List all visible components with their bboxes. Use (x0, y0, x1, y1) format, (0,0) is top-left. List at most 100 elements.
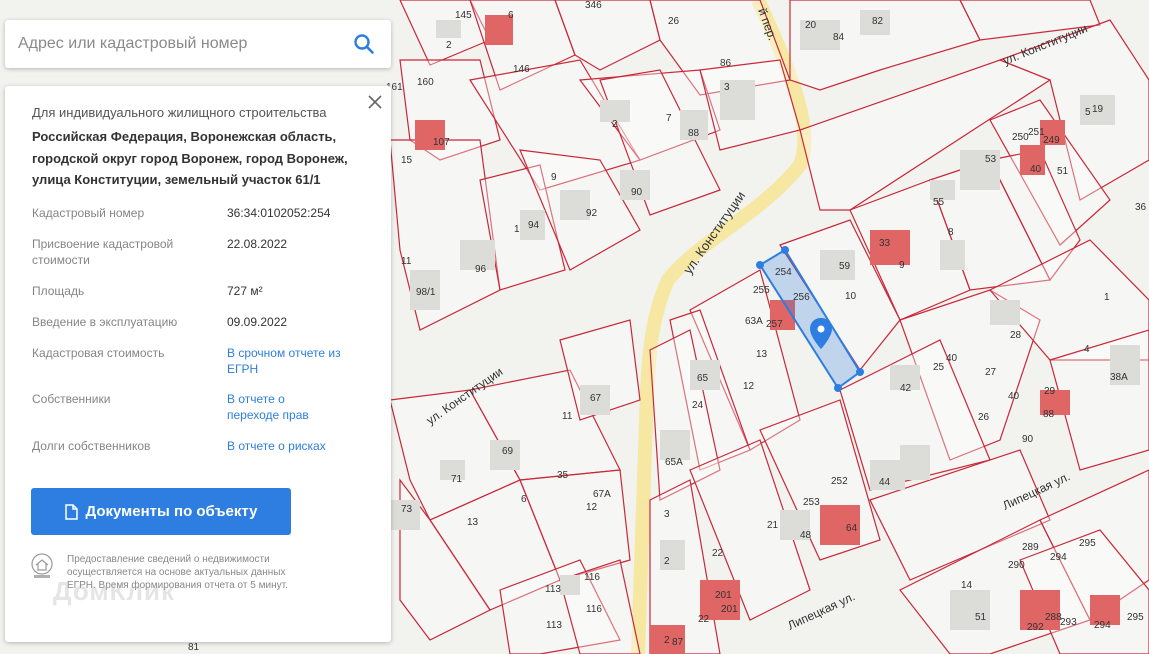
parcel-number: 44 (879, 477, 891, 488)
close-icon[interactable] (368, 95, 382, 109)
parcel-number: 42 (900, 383, 912, 394)
parcel-number: 22 (712, 548, 724, 559)
parcel-number: 90 (631, 187, 643, 198)
parcel-number: 90 (1022, 434, 1034, 445)
debts-link[interactable]: В отчете о рисках (227, 439, 377, 455)
parcel-number: 252 (831, 476, 848, 487)
field-label: Долги собственников (32, 439, 151, 453)
parcel-number: 201 (721, 604, 738, 615)
parcel-number: 26 (668, 16, 680, 27)
field-label: Присвоение кадастровой стоимости (32, 237, 174, 267)
parcel-number: 87 (672, 637, 684, 648)
parcel-number: 92 (586, 208, 598, 219)
documents-button[interactable]: Документы по объекту (31, 488, 291, 535)
documents-button-label: Документы по объекту (85, 503, 258, 520)
parcel-purpose: Для индивидуального жилищного строительс… (32, 105, 327, 120)
field-value: 09.09.2022 (227, 315, 288, 329)
parcel-number: 2 (664, 556, 670, 567)
parcel-number: 145 (455, 10, 472, 21)
parcel-number: 24 (692, 400, 704, 411)
parcel-number: 249 (1043, 135, 1060, 146)
parcel-number: 86 (720, 58, 732, 69)
parcel-number: 22 (698, 614, 710, 625)
field-label: Собственники (32, 392, 111, 406)
parcel-number: 295 (1127, 612, 1144, 623)
parcel-number: 40 (1030, 164, 1042, 175)
parcel-number: 15 (401, 155, 413, 166)
parcel-number: 1 (514, 224, 520, 235)
parcel-number: 346 (585, 0, 602, 11)
cadastral-value-link[interactable]: В срочном отчете из ЕГРН (227, 346, 347, 377)
parcel-number: 292 (1027, 622, 1044, 633)
parcel-number: 11 (562, 411, 573, 422)
parcel-number: 67А (593, 489, 611, 500)
parcel-number: 29 (1044, 386, 1056, 397)
parcel-number: 256 (793, 292, 810, 303)
parcel-number: 10 (845, 291, 857, 302)
search-bar (5, 20, 391, 68)
parcel-number: 19 (1092, 104, 1104, 115)
parcel-number: 12 (586, 502, 598, 513)
parcel-number: 96 (475, 264, 487, 275)
field-value: 727 м² (227, 284, 263, 298)
parcel-number: 84 (833, 32, 845, 43)
parcel-number: 254 (775, 267, 792, 278)
parcel-info-panel: Для индивидуального жилищного строительс… (5, 86, 391, 642)
parcel-number: 88 (1043, 409, 1055, 420)
parcel-number: 73 (401, 504, 413, 515)
parcel-number: 294 (1094, 620, 1111, 631)
parcel-number: 11 (401, 256, 412, 267)
parcel-number: 40 (1008, 391, 1020, 402)
parcel-number: 251 (1028, 127, 1045, 138)
parcel-number: 21 (767, 520, 779, 531)
parcel-number: 14 (961, 580, 973, 591)
parcel-number: 20 (805, 20, 817, 31)
parcel-number: 113 (545, 584, 561, 595)
parcel-address: Российская Федерация, Воронежская област… (32, 129, 348, 187)
field-label: Кадастровая стоимость (32, 346, 165, 360)
parcel-number: 36 (1135, 202, 1147, 213)
parcel-number: 28 (1010, 330, 1022, 341)
parcel-number: 295 (1079, 538, 1096, 549)
parcel-number: 71 (451, 474, 463, 485)
owners-link[interactable]: В отчете о переходе прав (227, 392, 337, 423)
search-icon[interactable] (353, 33, 375, 55)
parcel-number: 53 (985, 154, 997, 165)
field-value: 36:34:0102052:254 (227, 206, 331, 220)
parcel-number: 26 (978, 412, 990, 423)
parcel-number: 250 (1012, 132, 1029, 143)
parcel-number: 13 (756, 349, 768, 360)
parcel-number: 107 (433, 137, 450, 148)
parcel-number: 65А (665, 457, 683, 468)
parcel-number: 67 (590, 393, 602, 404)
parcel-number: 65 (697, 373, 709, 384)
parcel-number: 13 (467, 517, 479, 528)
parcel-number: 35 (557, 470, 569, 481)
parcel-number: 55 (933, 197, 945, 208)
parcel-number: 63А (745, 316, 763, 327)
parcel-number: 2 (612, 119, 618, 130)
parcel-number: 6 (508, 10, 514, 21)
parcel-number: 69 (502, 446, 514, 457)
parcel-number: 201 (715, 590, 732, 601)
parcel-number: 88 (688, 128, 700, 139)
parcel-number: 33 (879, 238, 891, 249)
parcel-number: 51 (1057, 166, 1069, 177)
parcel-number: 27 (985, 367, 997, 378)
field-value: 22.08.2022 (227, 237, 288, 251)
parcel-number: 146 (513, 64, 530, 75)
parcel-number: 40 (946, 353, 958, 364)
parcel-number: 116 (584, 572, 600, 583)
parcel-number: 116 (586, 604, 602, 615)
field-label: Введение в эксплуатацию (32, 315, 178, 329)
search-input[interactable] (16, 34, 340, 54)
parcel-number: 81 (188, 642, 200, 653)
parcel-number: 113 (546, 620, 562, 631)
parcel-number: 160 (417, 77, 434, 88)
parcel-number: 82 (872, 16, 884, 27)
parcel-number: 5 (1085, 107, 1091, 118)
parcel-number: 12 (743, 381, 755, 392)
parcel-number: 9 (899, 260, 905, 271)
parcel-number: 2 (446, 40, 452, 51)
parcel-number: 6 (521, 494, 527, 505)
